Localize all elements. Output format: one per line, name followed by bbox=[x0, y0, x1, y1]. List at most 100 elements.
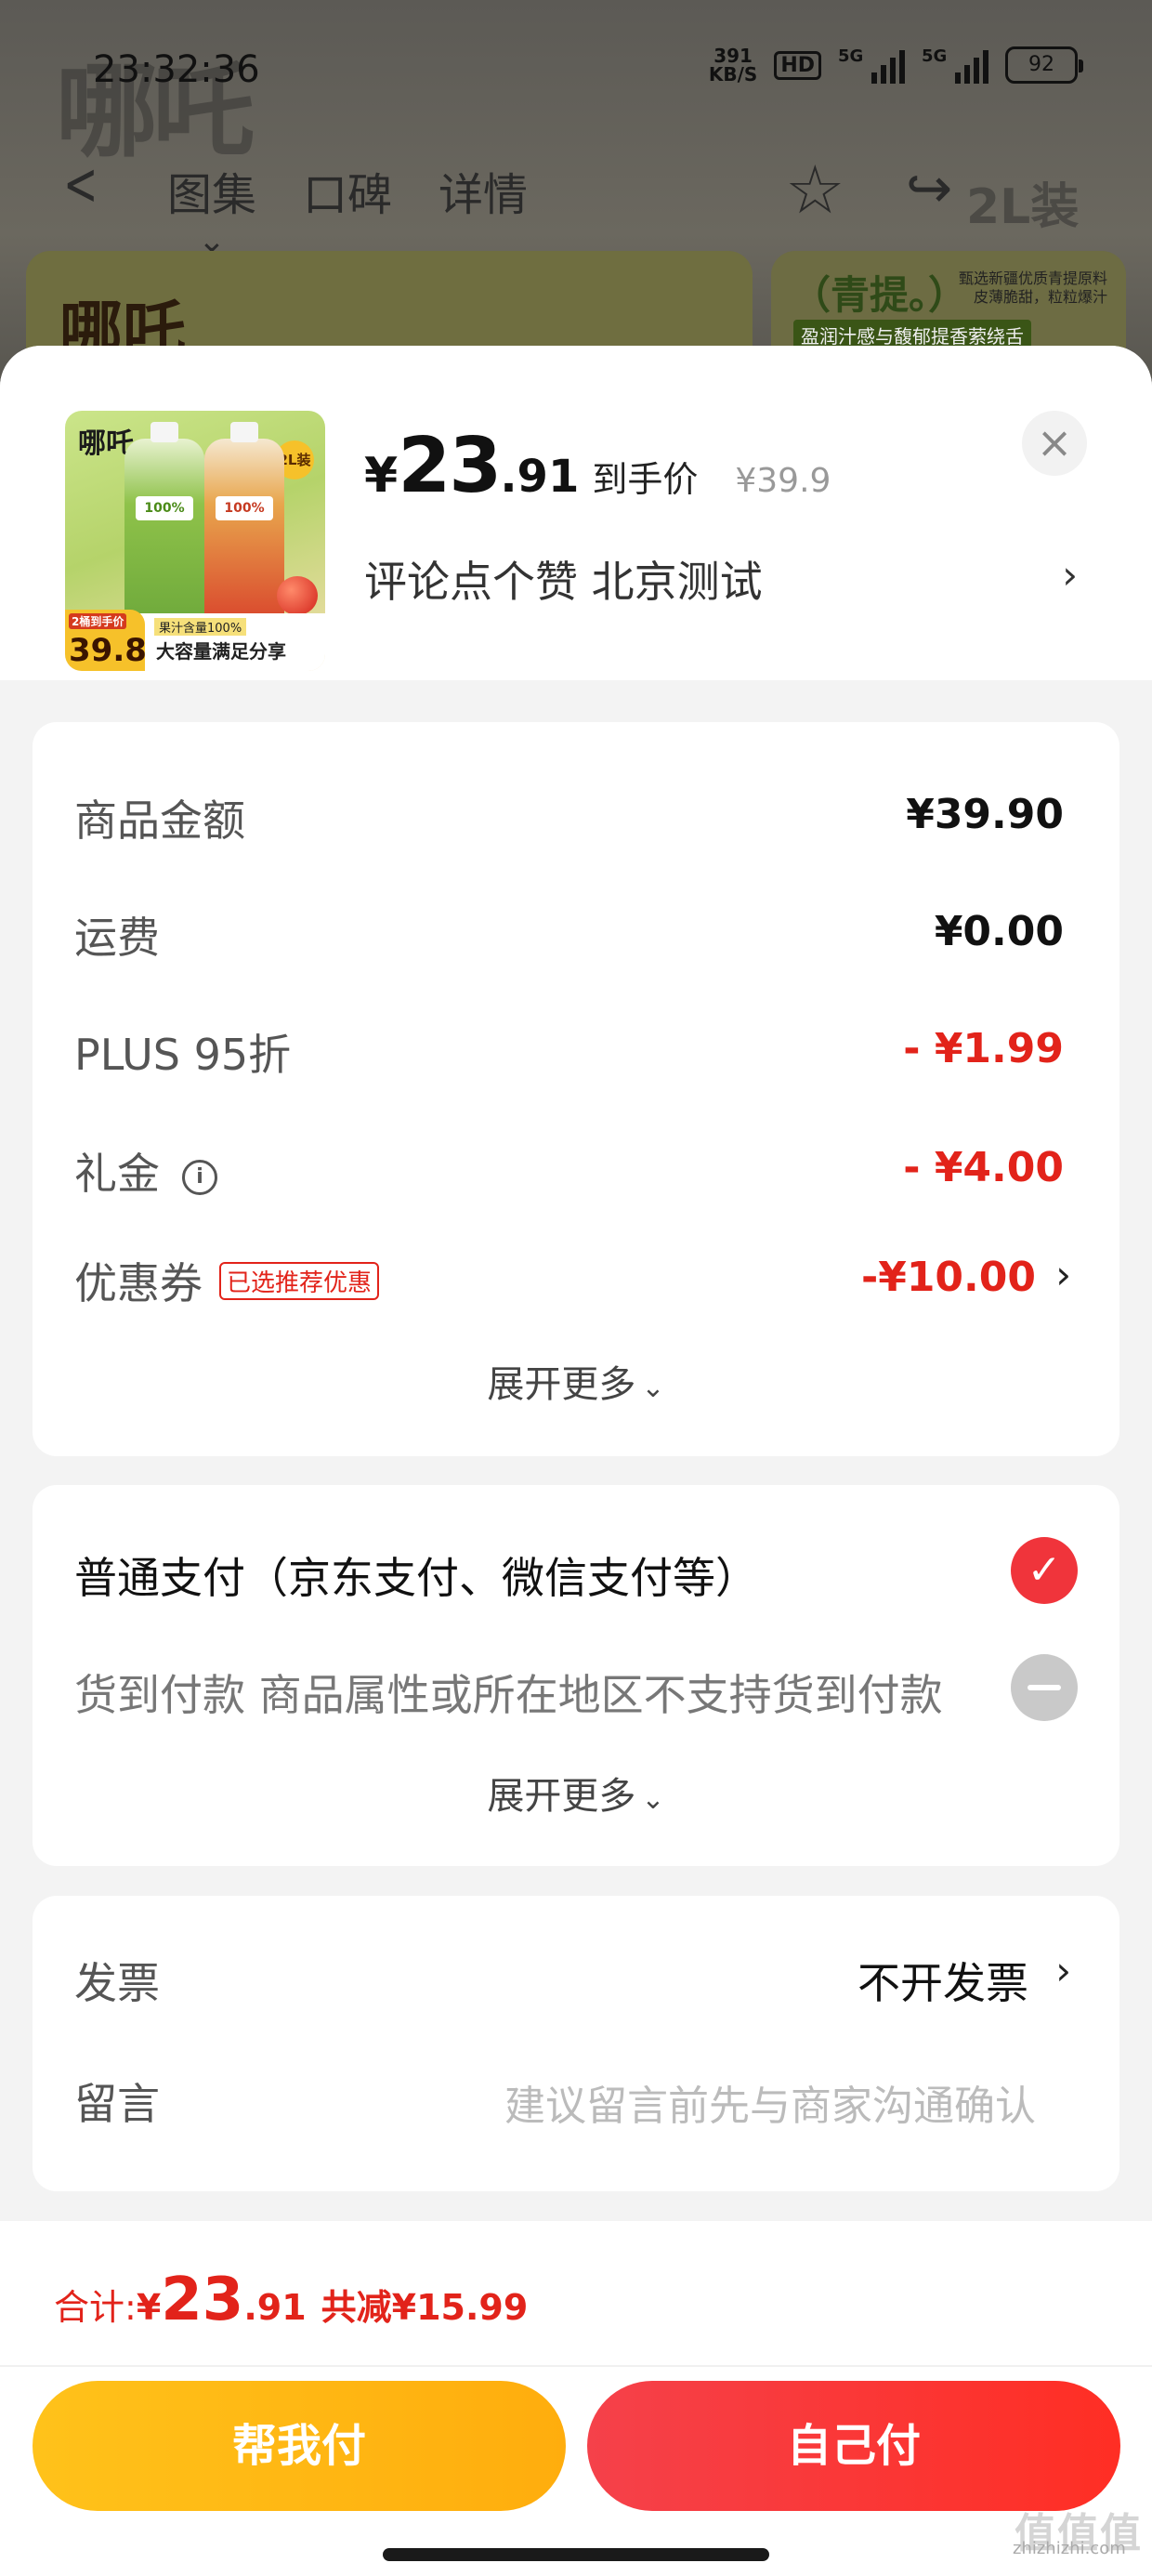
product-tabs: 图集 口碑 详情 bbox=[167, 158, 528, 223]
fee-value: - ¥4.00 bbox=[903, 1144, 1064, 1191]
thumb-price: 39.8 bbox=[69, 632, 147, 669]
battery-icon: 92 bbox=[1005, 46, 1083, 84]
coupon-tag: 已选推荐优惠 bbox=[219, 1262, 380, 1300]
site-watermark: zhizhizhi.com bbox=[1013, 2539, 1126, 2558]
chevron-down-icon: ⌄ bbox=[641, 1372, 665, 1404]
tab-reviews[interactable]: 口碑 bbox=[303, 158, 392, 223]
hd-icon: HD bbox=[774, 50, 821, 80]
star-icon[interactable]: ☆ bbox=[785, 151, 845, 229]
size-text: 2L装 bbox=[966, 179, 1080, 235]
fee-label: 运费 bbox=[74, 913, 160, 963]
total-integer: 23 bbox=[161, 2266, 244, 2334]
invoice-label: 发票 bbox=[74, 1958, 160, 2008]
fee-value: ¥0.00 bbox=[934, 908, 1064, 955]
fee-label: 优惠券 已选推荐优惠 bbox=[74, 1250, 380, 1311]
payment-option-label: 货到付款 商品属性或所在地区不支持货到付款 bbox=[74, 1670, 943, 1720]
close-icon: × bbox=[1036, 417, 1073, 467]
flavor-description: 甄选新疆优质青提原料 皮薄脆甜，粒粒爆汁 bbox=[958, 269, 1107, 306]
message-row[interactable]: 留言 建议留言前先与商家沟通确认 bbox=[74, 2067, 1064, 2141]
signal-label: 5G bbox=[922, 46, 948, 66]
fee-row-coupon[interactable]: 优惠券 已选推荐优惠 -¥10.00 › bbox=[74, 1250, 1071, 1315]
payment-option-cod: 货到付款 商品属性或所在地区不支持货到付款 bbox=[74, 1654, 1078, 1728]
product-thumbnail: 哪吒 2L装 100% 100% 2桶到手价 39.8 果汁含量100% 大容量… bbox=[65, 411, 325, 671]
final-price: ¥ 23 .91 到手价 ¥39.9 bbox=[364, 422, 831, 510]
fee-row-gift-money: 礼金 i - ¥4.00 bbox=[74, 1140, 1064, 1205]
background-product-page: 哪吒 23:32:36 391 KB/S HD 5G 5G 92 < 图集 口碑… bbox=[0, 0, 1152, 390]
expand-more-payment[interactable]: 展开更多 ⌄ bbox=[33, 1766, 1119, 1820]
share-icon[interactable]: ↪ bbox=[906, 156, 952, 221]
checkout-footer: 合计: ¥ 23 .91 共减¥15.99 帮我付 自己付 bbox=[0, 2221, 1152, 2576]
status-bar: 23:32:36 391 KB/S HD 5G 5G 92 bbox=[0, 37, 1152, 102]
chevron-right-icon: › bbox=[1062, 552, 1078, 598]
sheet-header: 哪吒 2L装 100% 100% 2桶到手价 39.8 果汁含量100% 大容量… bbox=[0, 346, 1152, 680]
invoice-card: 发票 不开发票 › 留言 建议留言前先与商家沟通确认 bbox=[33, 1896, 1119, 2191]
fee-value: -¥10.00 bbox=[860, 1254, 1036, 1301]
net-speed-unit: KB/S bbox=[708, 63, 758, 85]
thumb-juice-content: 果汁含量100% bbox=[154, 618, 247, 636]
expand-label: 展开更多 bbox=[487, 1775, 636, 1818]
close-button[interactable]: × bbox=[1022, 411, 1087, 476]
bottle-label: 100% bbox=[216, 496, 273, 520]
divider bbox=[0, 2365, 1152, 2367]
gift-money-label: 礼金 bbox=[74, 1149, 160, 1199]
fee-label: 礼金 i bbox=[74, 1140, 217, 1202]
expand-more-fees[interactable]: 展开更多 ⌄ bbox=[33, 1354, 1119, 1408]
fee-value: ¥39.90 bbox=[906, 791, 1064, 838]
signal-icon: 5G bbox=[922, 46, 988, 84]
tab-gallery[interactable]: 图集 bbox=[167, 158, 256, 223]
expand-label: 展开更多 bbox=[487, 1363, 636, 1406]
total-label: 合计: bbox=[54, 2287, 137, 2328]
price-currency: ¥ bbox=[364, 448, 399, 504]
coupon-label: 优惠券 bbox=[74, 1258, 203, 1308]
fee-value: - ¥1.99 bbox=[903, 1025, 1064, 1072]
chevron-right-icon: › bbox=[1055, 1948, 1071, 1993]
signal-label: 5G bbox=[838, 46, 864, 66]
chevron-right-icon: › bbox=[1055, 1252, 1071, 1297]
green-bottle: 100% bbox=[124, 422, 204, 624]
invoice-row[interactable]: 发票 不开发票 › bbox=[74, 1946, 1071, 2020]
message-input[interactable]: 建议留言前先与商家沟通确认 bbox=[504, 2072, 1036, 2132]
help-pay-button[interactable]: 帮我付 bbox=[33, 2381, 566, 2511]
thumb-price-badge: 2桶到手价 39.8 bbox=[65, 610, 147, 671]
status-icons: 391 KB/S HD 5G 5G 92 bbox=[709, 46, 1083, 84]
fee-label: 商品金额 bbox=[74, 795, 245, 846]
payment-option-label: 普通支付（京东支付、微信支付等） bbox=[74, 1553, 758, 1603]
product-subtitle-row[interactable]: 评论点个赞 北京测试 › bbox=[364, 548, 1089, 607]
disabled-icon bbox=[1011, 1654, 1078, 1721]
product-nav-bar: < 图集 口碑 详情 ☆ ↪ 2L装 bbox=[0, 139, 1152, 242]
back-icon[interactable]: < bbox=[63, 151, 98, 219]
bottle-label: 100% bbox=[136, 496, 193, 520]
thumb-caption: 大容量满足分享 bbox=[156, 640, 286, 663]
total-saving: 共减¥15.99 bbox=[321, 2287, 529, 2328]
signal-icon: 5G bbox=[838, 46, 905, 84]
tab-details[interactable]: 详情 bbox=[439, 158, 528, 223]
total-summary: 合计: ¥ 23 .91 共减¥15.99 bbox=[54, 2266, 528, 2334]
price-label: 到手价 bbox=[592, 459, 699, 500]
price-decimal: .91 bbox=[500, 451, 580, 503]
invoice-value: 不开发票 bbox=[857, 1958, 1028, 2008]
fee-row-shipping: 运费 ¥0.00 bbox=[74, 904, 1064, 969]
status-time: 23:32:36 bbox=[93, 48, 260, 91]
net-speed-value: 391 bbox=[713, 45, 753, 67]
fee-row-goods-amount: 商品金额 ¥39.90 bbox=[74, 787, 1064, 852]
apple-icon bbox=[277, 576, 318, 615]
product-subtitle: 评论点个赞 北京测试 bbox=[364, 557, 763, 607]
total-decimal: .91 bbox=[243, 2287, 307, 2328]
flavor-title: （青提。） bbox=[792, 272, 968, 318]
original-price: ¥39.9 bbox=[735, 462, 831, 500]
chevron-down-icon: ⌄ bbox=[641, 1783, 665, 1816]
network-speed: 391 KB/S bbox=[709, 46, 757, 84]
home-indicator[interactable] bbox=[383, 2548, 769, 2561]
total-currency: ¥ bbox=[136, 2287, 162, 2328]
red-bottle: 100% bbox=[204, 422, 284, 624]
self-pay-button[interactable]: 自己付 bbox=[587, 2381, 1120, 2511]
fee-label: PLUS 95折 bbox=[74, 1030, 292, 1080]
fees-card: 商品金额 ¥39.90 运费 ¥0.00 PLUS 95折 - ¥1.99 礼金… bbox=[33, 722, 1119, 1456]
message-label: 留言 bbox=[74, 2079, 160, 2129]
payment-card: 普通支付（京东支付、微信支付等） ✓ 货到付款 商品属性或所在地区不支持货到付款… bbox=[33, 1485, 1119, 1866]
fee-row-plus-discount: PLUS 95折 - ¥1.99 bbox=[74, 1021, 1064, 1086]
check-icon[interactable]: ✓ bbox=[1011, 1537, 1078, 1604]
info-icon[interactable]: i bbox=[182, 1160, 217, 1195]
payment-option-normal[interactable]: 普通支付（京东支付、微信支付等） ✓ bbox=[74, 1537, 1078, 1611]
thumb-price-tag: 2桶到手价 bbox=[69, 613, 127, 629]
